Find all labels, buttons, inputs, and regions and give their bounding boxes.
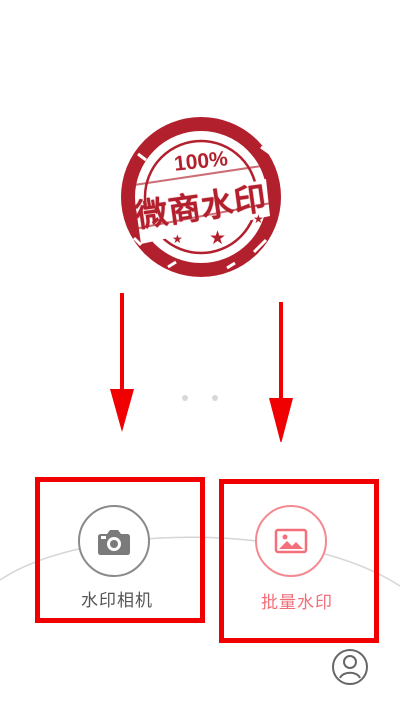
brand-stamp-logo: 100% 微商水印 ★ ★ ★ xyxy=(116,112,286,282)
batch-watermark-highlight: 批量水印 xyxy=(219,479,379,643)
center-star-icon: ★ xyxy=(209,227,227,249)
page-indicator xyxy=(180,395,220,403)
watermark-camera-highlight: 水印相机 xyxy=(35,477,205,623)
down-arrow-right-icon xyxy=(269,302,293,442)
page-dot[interactable] xyxy=(212,395,218,401)
page-dot[interactable] xyxy=(182,395,188,401)
small-star-icon: ★ xyxy=(172,232,183,246)
user-icon xyxy=(332,649,368,685)
small-star-icon: ★ xyxy=(253,212,264,226)
batch-watermark-label[interactable]: 批量水印 xyxy=(222,592,372,614)
watermark-camera-label[interactable]: 水印相机 xyxy=(37,590,197,612)
watermark-camera-button[interactable] xyxy=(78,505,150,577)
down-arrow-left-icon xyxy=(110,293,134,432)
image-icon xyxy=(274,528,308,554)
camera-icon xyxy=(98,530,130,555)
batch-watermark-button[interactable] xyxy=(255,505,327,577)
watermark-home-screen: 100% 微商水印 ★ ★ ★ 水印相机 批量水印 xyxy=(0,0,400,714)
profile-button[interactable] xyxy=(331,648,369,686)
